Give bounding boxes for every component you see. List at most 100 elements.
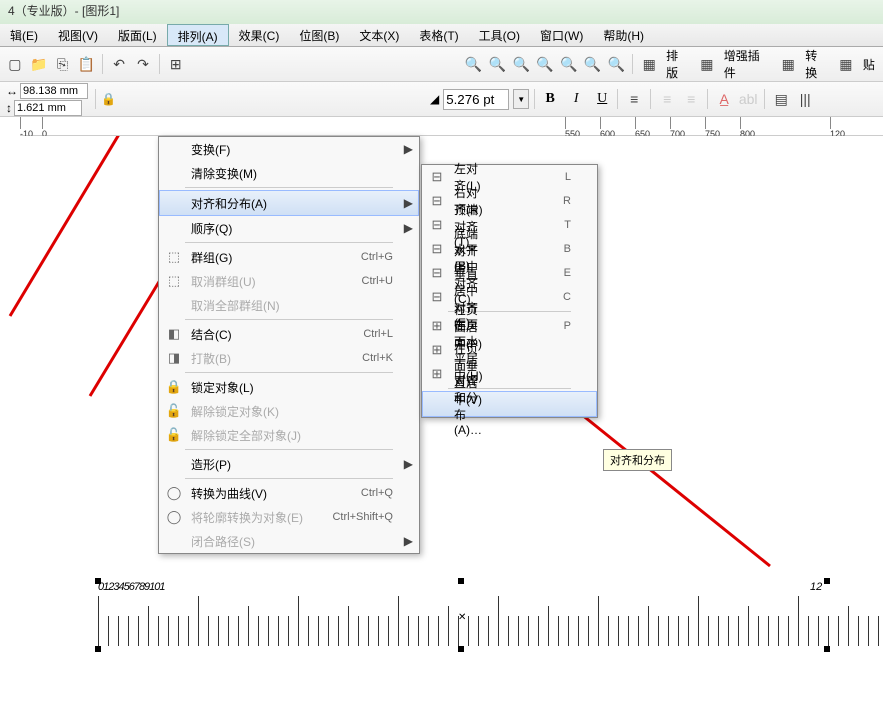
zoom-in-icon[interactable]: 🔍: [463, 53, 485, 75]
layout-icon[interactable]: ▦: [638, 53, 660, 75]
zoom-fit-icon[interactable]: 🔍: [510, 53, 532, 75]
menu-item[interactable]: ⊟水平居中对齐(C)E: [422, 261, 597, 285]
menu-icon: ⊞: [428, 318, 446, 334]
sel-handle[interactable]: [824, 578, 830, 584]
sel-handle[interactable]: [95, 578, 101, 584]
sel-handle[interactable]: [458, 646, 464, 652]
zoom-out-icon[interactable]: 🔍: [486, 53, 508, 75]
menu-item[interactable]: 视图(V): [48, 24, 108, 46]
menu-item[interactable]: 对齐和分布(A)…: [422, 391, 597, 417]
grid-icon[interactable]: ⊞: [165, 53, 187, 75]
open-icon[interactable]: 📁: [28, 53, 50, 75]
align-submenu: ⊟左对齐(L)L⊟右对齐(R)R⊟顶端对齐(T)T⊟底端对齐(B)B⊟水平居中对…: [421, 164, 598, 418]
menu-icon: ⊞: [428, 342, 446, 358]
menu-item[interactable]: 位图(B): [289, 24, 349, 46]
width-icon: ↔: [6, 84, 18, 98]
menu-item: ◨打散(B)Ctrl+K: [159, 346, 419, 370]
menu-item[interactable]: ◧结合(C)Ctrl+L: [159, 322, 419, 346]
menu-item[interactable]: ◯转换为曲线(V)Ctrl+Q: [159, 481, 419, 505]
menu-item[interactable]: ⊟顶端对齐(T)T: [422, 213, 597, 237]
line-weight-input[interactable]: [443, 89, 509, 110]
clipboard-icon[interactable]: ▦: [835, 53, 857, 75]
menu-item[interactable]: 帮助(H): [593, 24, 654, 46]
menu-icon: ⊟: [428, 289, 446, 305]
menu-shortcut: Ctrl+G: [313, 251, 393, 263]
menu-label: 转换为曲线(V): [191, 485, 305, 502]
menu-item[interactable]: ⊟垂直居中对齐(E)C: [422, 285, 597, 309]
convert-icon[interactable]: ▦: [777, 53, 799, 75]
menu-label: 锁定对象(L): [191, 379, 305, 396]
menu-icon: ⬚: [165, 249, 183, 265]
italic-button[interactable]: I: [566, 89, 586, 109]
menu-item[interactable]: 表格(T): [409, 24, 468, 46]
menu-item[interactable]: ⬚群组(G)Ctrl+G: [159, 245, 419, 269]
menu-item[interactable]: ⊞在页面居中(P)P: [422, 314, 597, 338]
menu-item[interactable]: 排列(A): [167, 24, 229, 46]
menu-item[interactable]: 🔒锁定对象(L): [159, 375, 419, 399]
menu-item[interactable]: 对齐和分布(A)▶: [159, 190, 419, 216]
menu-item[interactable]: 效果(C): [229, 24, 290, 46]
menu-item[interactable]: 清除变换(M): [159, 161, 419, 185]
menu-item[interactable]: 造形(P)▶: [159, 452, 419, 476]
menu-label: 对齐和分布(A)…: [454, 372, 483, 437]
sel-handle[interactable]: [458, 578, 464, 584]
menu-icon: ⬚: [165, 273, 183, 289]
plugin-button[interactable]: 增强插件: [720, 47, 776, 81]
menu-item[interactable]: 顺序(Q)▶: [159, 216, 419, 240]
menu-item[interactable]: 变换(F)▶: [159, 137, 419, 161]
menu-label: 结合(C): [191, 326, 305, 343]
menu-item[interactable]: ⊞在页面水平居中(H): [422, 338, 597, 362]
redo-icon[interactable]: ↷: [132, 53, 154, 75]
plugin-icon[interactable]: ▦: [696, 53, 718, 75]
menu-icon: ⊞: [428, 366, 446, 382]
ruler-numbers-left: 0123456789101: [98, 581, 165, 593]
convert-button[interactable]: 转换: [801, 47, 833, 81]
menu-item[interactable]: 版面(L): [108, 24, 167, 46]
sel-handle[interactable]: [95, 646, 101, 652]
menu-item[interactable]: ⊟左对齐(L)L: [422, 165, 597, 189]
lock-icon[interactable]: 🔒: [101, 92, 116, 106]
width-input[interactable]: [20, 83, 88, 99]
sel-handle[interactable]: [824, 646, 830, 652]
align-icon[interactable]: ≡: [623, 88, 645, 110]
abc-icon[interactable]: abl: [737, 88, 759, 110]
fontfx-icon[interactable]: A̲: [713, 88, 735, 110]
toolbar-2: ↔ ↕ 🔒 ◢ ▼ B I U ≡ ≡ ≡ A̲ abl ▤ |||: [0, 82, 883, 117]
menu-label: 对齐和分布(A): [191, 195, 305, 212]
list-icon[interactable]: ≡: [656, 88, 678, 110]
menu-shortcut: Ctrl+Shift+Q: [313, 511, 393, 523]
canvas[interactable]: 变换(F)▶清除变换(M) 对齐和分布(A)▶顺序(Q)▶ ⬚群组(G)Ctrl+G…: [0, 136, 883, 696]
menu-item[interactable]: 辑(E): [0, 24, 48, 46]
menu-label: 解除锁定对象(K): [191, 403, 305, 420]
chevron-down-icon[interactable]: ▼: [513, 89, 529, 109]
menu-item[interactable]: ⊞在页面垂直居中(V): [422, 362, 597, 386]
para-icon[interactable]: ▤: [770, 88, 792, 110]
bold-button[interactable]: B: [540, 89, 560, 109]
zoom-sel-icon[interactable]: 🔍: [558, 53, 580, 75]
menu-icon: ⊟: [428, 265, 446, 281]
title-bar: 4（专业版）- [图形1]: [0, 0, 883, 24]
menu-item[interactable]: ⊟底端对齐(B)B: [422, 237, 597, 261]
new-icon[interactable]: ▢: [4, 53, 26, 75]
menu-item[interactable]: 窗口(W): [530, 24, 593, 46]
menu-item[interactable]: 文本(X): [349, 24, 409, 46]
zoom-page-icon[interactable]: 🔍: [534, 53, 556, 75]
menu-item[interactable]: 工具(O): [469, 24, 530, 46]
ruler-numbers-right: 12: [810, 581, 822, 593]
undo-icon[interactable]: ↶: [108, 53, 130, 75]
bullet-icon[interactable]: ≡: [680, 88, 702, 110]
menu-item[interactable]: ⊟右对齐(R)R: [422, 189, 597, 213]
layout-button[interactable]: 排版: [662, 47, 694, 81]
menu-icon: ⊟: [428, 217, 446, 233]
menu-label: 取消群组(U): [191, 273, 305, 290]
menu-bar: 辑(E)视图(V)版面(L)排列(A)效果(C)位图(B)文本(X)表格(T)工…: [0, 24, 883, 47]
paste-icon[interactable]: 📋: [75, 53, 97, 75]
zoom-all-icon[interactable]: 🔍: [582, 53, 604, 75]
zoom-w-icon[interactable]: 🔍: [606, 53, 628, 75]
copy-icon[interactable]: ⎘: [52, 53, 74, 75]
cols-icon[interactable]: |||: [794, 88, 816, 110]
ruler-object[interactable]: [98, 596, 883, 646]
paste-button[interactable]: 贴: [859, 56, 879, 73]
underline-button[interactable]: U: [592, 89, 612, 109]
height-input[interactable]: [14, 100, 82, 116]
